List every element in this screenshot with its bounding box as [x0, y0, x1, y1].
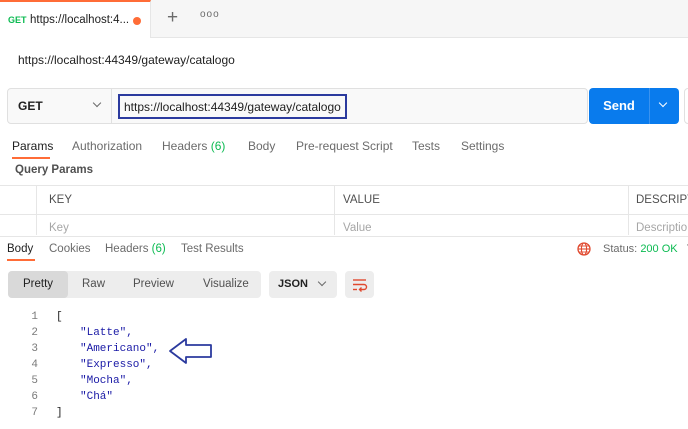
- line-number: 7: [31, 407, 38, 419]
- table-row-divider: [0, 214, 688, 215]
- line-number: 2: [31, 327, 38, 339]
- column-header-description: DESCRIPT: [636, 194, 688, 206]
- code-line: "Chá": [80, 391, 114, 403]
- tab-pre-request-script[interactable]: Pre-request Script: [296, 139, 393, 153]
- method-select[interactable]: GET: [8, 89, 112, 123]
- send-options-chevron-icon[interactable]: [658, 98, 668, 108]
- code-line: "Mocha",: [80, 375, 133, 387]
- request-name[interactable]: https://localhost:44349/gateway/catalogo: [18, 53, 235, 67]
- method-value: GET: [18, 99, 43, 113]
- format-select[interactable]: JSON: [269, 271, 337, 298]
- response-divider[interactable]: [0, 236, 688, 237]
- tab-title: https://localhost:4...: [30, 14, 130, 26]
- more-options-icon[interactable]: ooo: [200, 9, 220, 20]
- active-response-tab-indicator: [7, 259, 35, 261]
- response-tab-body[interactable]: Body: [7, 243, 33, 255]
- tab-headers[interactable]: Headers (6): [162, 139, 225, 153]
- column-header-key: KEY: [49, 194, 73, 206]
- code-line: [: [56, 311, 63, 323]
- view-visualize-button[interactable]: Visualize: [203, 278, 249, 290]
- tab-method-badge: GET: [8, 15, 27, 25]
- line-number: 4: [31, 359, 38, 371]
- description-input[interactable]: Descriptio: [636, 222, 687, 234]
- active-tab-indicator: [12, 157, 50, 159]
- code-line: ]: [56, 407, 63, 419]
- code-line: "Americano",: [80, 343, 160, 355]
- code-line: "Latte",: [80, 327, 133, 339]
- line-number: 5: [31, 375, 38, 387]
- tab-body[interactable]: Body: [248, 139, 275, 153]
- chevron-down-icon: [92, 98, 102, 108]
- request-tab[interactable]: GET https://localhost:4...: [0, 0, 151, 38]
- table-col-divider: [628, 185, 629, 235]
- response-headers-count: (6): [151, 243, 166, 255]
- line-number: 6: [31, 391, 38, 403]
- unsaved-dot-icon: [133, 17, 141, 25]
- new-tab-plus-icon[interactable]: +: [167, 8, 178, 28]
- response-headers-label: Headers: [105, 243, 149, 255]
- tab-params[interactable]: Params: [12, 139, 53, 153]
- save-button-edge[interactable]: [684, 88, 688, 124]
- line-number: 1: [31, 311, 38, 323]
- globe-network-icon[interactable]: [577, 242, 591, 256]
- status-label: Status:: [603, 243, 638, 255]
- key-input[interactable]: Key: [49, 222, 69, 234]
- response-status: Status: 200 OK T: [603, 243, 688, 255]
- response-tab-test-results[interactable]: Test Results: [181, 243, 244, 255]
- code-line: "Expresso",: [80, 359, 153, 371]
- tab-headers-label: Headers: [162, 139, 208, 153]
- table-col-divider: [36, 185, 37, 235]
- format-value: JSON: [278, 278, 308, 290]
- url-input[interactable]: [118, 94, 347, 119]
- wrap-lines-icon: [353, 279, 368, 292]
- annotation-arrow-icon: [169, 338, 212, 364]
- column-header-value: VALUE: [343, 194, 380, 206]
- tab-settings[interactable]: Settings: [461, 139, 504, 153]
- tab-tests[interactable]: Tests: [412, 139, 440, 153]
- response-tab-headers[interactable]: Headers (6): [105, 243, 166, 255]
- table-col-divider: [334, 185, 335, 235]
- line-number: 3: [31, 343, 38, 355]
- view-preview-button[interactable]: Preview: [133, 278, 174, 290]
- tab-authorization[interactable]: Authorization: [72, 139, 142, 153]
- tab-headers-count: (6): [210, 139, 226, 153]
- view-pretty-button[interactable]: Pretty: [23, 278, 53, 290]
- response-tab-cookies[interactable]: Cookies: [49, 243, 91, 255]
- view-raw-button[interactable]: Raw: [82, 278, 105, 290]
- chevron-down-icon: [317, 277, 327, 287]
- status-code: 200 OK: [640, 243, 678, 255]
- send-button-label: Send: [603, 98, 635, 113]
- send-divider: [649, 88, 650, 124]
- query-params-title: Query Params: [15, 164, 93, 176]
- value-input[interactable]: Value: [343, 222, 372, 234]
- send-button[interactable]: Send: [589, 88, 679, 124]
- wrap-lines-button[interactable]: [345, 271, 374, 298]
